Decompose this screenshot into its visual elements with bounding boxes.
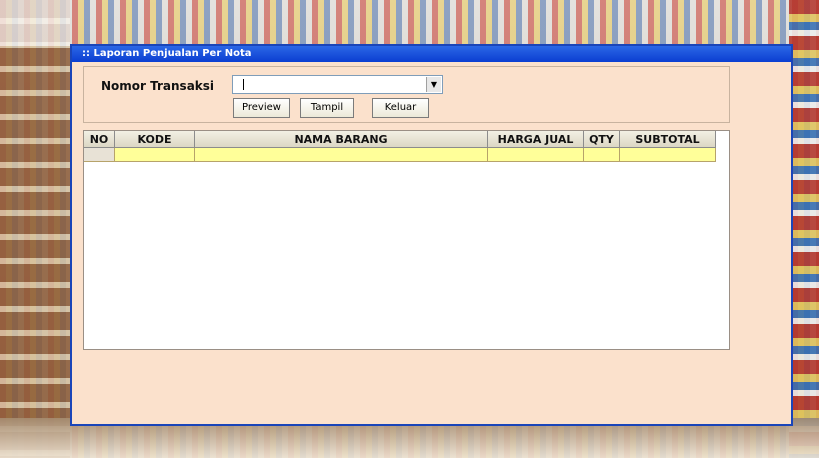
sales-table[interactable]: NO KODE NAMA BARANG HARGA JUAL QTY SUBTO… bbox=[83, 130, 730, 350]
preview-button[interactable]: Preview bbox=[233, 98, 290, 118]
table-header: NO KODE NAMA BARANG HARGA JUAL QTY SUBTO… bbox=[84, 131, 716, 148]
nomor-transaksi-combobox[interactable]: ▼ bbox=[232, 75, 443, 94]
cell-subtotal[interactable] bbox=[620, 148, 716, 162]
tampil-button[interactable]: Tampil bbox=[300, 98, 354, 118]
background-aisle-right bbox=[789, 0, 819, 458]
col-nama-barang[interactable]: NAMA BARANG bbox=[195, 131, 488, 148]
report-window: :: Laporan Penjualan Per Nota Nomor Tran… bbox=[70, 44, 793, 426]
col-qty[interactable]: QTY bbox=[584, 131, 620, 148]
keluar-button[interactable]: Keluar bbox=[372, 98, 429, 118]
cell-qty[interactable] bbox=[584, 148, 620, 162]
chevron-down-icon[interactable]: ▼ bbox=[426, 77, 441, 92]
table-row[interactable] bbox=[84, 148, 716, 162]
cell-kode[interactable] bbox=[115, 148, 195, 162]
col-harga-jual[interactable]: HARGA JUAL bbox=[488, 131, 584, 148]
background-aisle-left bbox=[0, 0, 70, 458]
row-selector[interactable] bbox=[84, 148, 115, 162]
cell-harga-jual[interactable] bbox=[488, 148, 584, 162]
window-title: :: Laporan Penjualan Per Nota bbox=[72, 46, 791, 62]
col-subtotal[interactable]: SUBTOTAL bbox=[620, 131, 716, 148]
col-kode[interactable]: KODE bbox=[115, 131, 195, 148]
text-caret bbox=[243, 79, 244, 90]
cell-nama-barang[interactable] bbox=[195, 148, 488, 162]
nomor-transaksi-label: Nomor Transaksi bbox=[101, 79, 215, 93]
col-no[interactable]: NO bbox=[84, 131, 115, 148]
